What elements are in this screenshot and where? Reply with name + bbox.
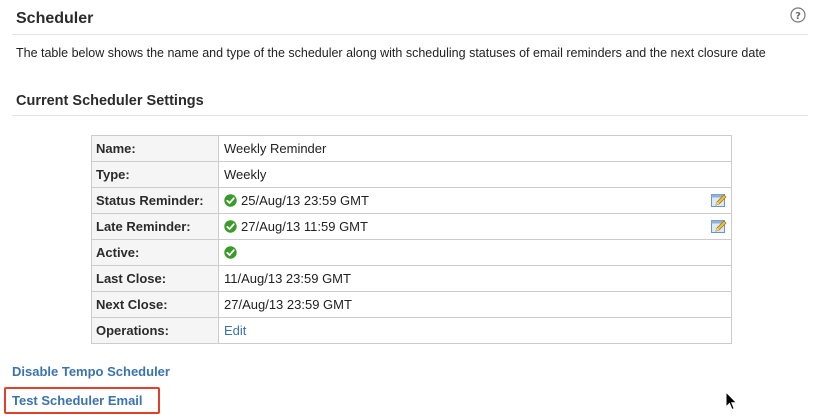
help-icon[interactable]: ? <box>790 7 806 23</box>
table-row-late-reminder: Late Reminder: 27/Aug/13 11:59 GMT <box>91 213 732 240</box>
svg-text:?: ? <box>795 11 801 22</box>
page-description: The table below shows the name and type … <box>16 46 766 60</box>
row-value-cell: 27/Aug/13 11:59 GMT <box>218 213 732 240</box>
edit-pencil-icon[interactable] <box>711 219 727 234</box>
header-divider <box>12 34 808 35</box>
row-value: Weekly Reminder <box>218 135 732 162</box>
row-label: Next Close: <box>91 291 219 318</box>
scheduler-page: Scheduler ? The table below shows the na… <box>0 0 817 418</box>
late-reminder-date: 27/Aug/13 11:59 GMT <box>241 219 368 234</box>
row-label: Status Reminder: <box>91 187 219 214</box>
status-reminder-date: 25/Aug/13 23:59 GMT <box>241 193 369 208</box>
row-label: Type: <box>91 161 219 188</box>
section-title: Current Scheduler Settings <box>16 93 204 109</box>
green-check-icon <box>224 194 237 207</box>
row-value: 11/Aug/13 23:59 GMT <box>218 265 732 292</box>
row-value: Weekly <box>218 161 732 188</box>
table-row-active: Active: <box>91 239 732 266</box>
table-row-last-close: Last Close: 11/Aug/13 23:59 GMT <box>91 265 732 292</box>
table-row-status-reminder: Status Reminder: 25/Aug/13 23:59 GMT <box>91 187 732 214</box>
scheduler-settings-table: Name: Weekly Reminder Type: Weekly Statu… <box>91 135 732 344</box>
row-label: Name: <box>91 135 219 162</box>
green-check-icon <box>224 246 237 259</box>
row-label: Active: <box>91 239 219 266</box>
page-title: Scheduler <box>16 10 94 27</box>
row-label: Late Reminder: <box>91 213 219 240</box>
section-divider <box>12 115 808 116</box>
table-row-name: Name: Weekly Reminder <box>91 135 732 162</box>
mouse-pointer-icon <box>725 391 738 411</box>
row-label: Operations: <box>91 317 219 344</box>
row-label: Last Close: <box>91 265 219 292</box>
test-scheduler-email-link[interactable]: Test Scheduler Email <box>12 393 143 408</box>
table-row-operations: Operations: Edit <box>91 317 732 344</box>
disable-scheduler-link[interactable]: Disable Tempo Scheduler <box>12 364 170 379</box>
edit-pencil-icon[interactable] <box>711 193 727 208</box>
row-value-cell <box>218 239 732 266</box>
edit-link[interactable]: Edit <box>224 323 246 338</box>
green-check-icon <box>224 220 237 233</box>
row-value: 27/Aug/13 23:59 GMT <box>218 291 732 318</box>
table-row-next-close: Next Close: 27/Aug/13 23:59 GMT <box>91 291 732 318</box>
table-row-type: Type: Weekly <box>91 161 732 188</box>
row-value-cell: Edit <box>218 317 732 344</box>
row-value-cell: 25/Aug/13 23:59 GMT <box>218 187 732 214</box>
